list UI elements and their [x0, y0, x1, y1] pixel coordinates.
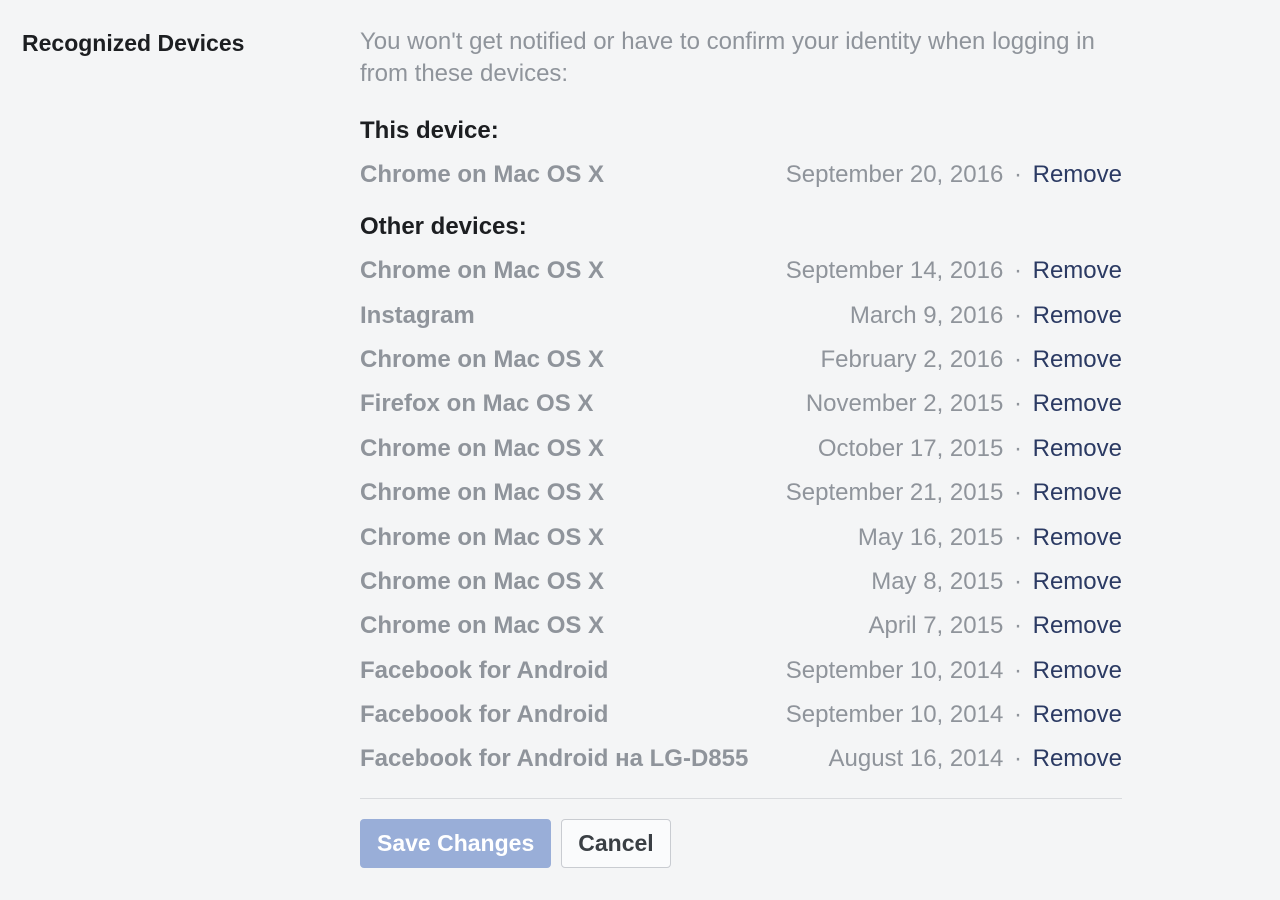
device-meta: September 10, 2014 · Remove: [786, 699, 1122, 731]
separator: ·: [1007, 257, 1028, 284]
cancel-button[interactable]: Cancel: [561, 819, 670, 869]
section-description: You won't get notified or have to confir…: [360, 26, 1122, 91]
remove-link[interactable]: Remove: [1033, 701, 1122, 728]
device-row: Chrome on Mac OS XSeptember 21, 2015 · R…: [360, 477, 1122, 509]
device-row: Chrome on Mac OS XMay 16, 2015 · Remove: [360, 522, 1122, 554]
device-date: October 17, 2015: [818, 435, 1003, 462]
remove-link[interactable]: Remove: [1033, 257, 1122, 284]
device-meta: March 9, 2016 · Remove: [850, 300, 1122, 332]
separator: ·: [1007, 479, 1028, 506]
separator: ·: [1007, 657, 1028, 684]
device-row: Chrome on Mac OS XOctober 17, 2015 · Rem…: [360, 433, 1122, 465]
device-date: September 21, 2015: [786, 479, 1004, 506]
device-date: May 8, 2015: [871, 568, 1003, 595]
device-name: Chrome on Mac OS X: [360, 433, 818, 465]
separator: ·: [1007, 745, 1028, 772]
remove-link[interactable]: Remove: [1033, 524, 1122, 551]
device-name: Facebook for Android на LG-D855: [360, 743, 828, 775]
device-row: Chrome on Mac OS XFebruary 2, 2016 · Rem…: [360, 344, 1122, 376]
remove-link[interactable]: Remove: [1033, 161, 1122, 188]
separator: ·: [1007, 612, 1028, 639]
device-row: InstagramMarch 9, 2016 · Remove: [360, 300, 1122, 332]
device-meta: September 10, 2014 · Remove: [786, 655, 1122, 687]
device-row: Facebook for AndroidSeptember 10, 2014 ·…: [360, 655, 1122, 687]
remove-link[interactable]: Remove: [1033, 657, 1122, 684]
remove-link[interactable]: Remove: [1033, 745, 1122, 772]
separator: ·: [1007, 701, 1028, 728]
separator: ·: [1007, 390, 1028, 417]
remove-link[interactable]: Remove: [1033, 612, 1122, 639]
button-row: Save Changes Cancel: [360, 819, 1122, 869]
separator: ·: [1007, 568, 1028, 595]
device-date: September 20, 2016: [786, 161, 1004, 188]
device-name: Instagram: [360, 300, 850, 332]
separator: ·: [1007, 161, 1028, 188]
device-date: November 2, 2015: [806, 390, 1003, 417]
left-column: Recognized Devices: [22, 20, 360, 868]
other-devices-list: Chrome on Mac OS XSeptember 14, 2016 · R…: [360, 255, 1122, 776]
device-row: Chrome on Mac OS XSeptember 14, 2016 · R…: [360, 255, 1122, 287]
right-column: You won't get notified or have to confir…: [360, 20, 1122, 868]
device-name: Chrome on Mac OS X: [360, 610, 869, 642]
device-meta: May 16, 2015 · Remove: [858, 522, 1122, 554]
device-name: Firefox on Mac OS X: [360, 388, 806, 420]
separator: ·: [1007, 302, 1028, 329]
device-meta: August 16, 2014 · Remove: [828, 743, 1122, 775]
separator: ·: [1007, 435, 1028, 462]
device-meta: September 21, 2015 · Remove: [786, 477, 1122, 509]
device-name: Chrome on Mac OS X: [360, 477, 786, 509]
divider: [360, 798, 1122, 799]
section-title: Recognized Devices: [22, 30, 360, 57]
remove-link[interactable]: Remove: [1033, 346, 1122, 373]
device-date: April 7, 2015: [869, 612, 1004, 639]
device-date: September 10, 2014: [786, 701, 1004, 728]
device-row: Chrome on Mac OS XApril 7, 2015 · Remove: [360, 610, 1122, 642]
separator: ·: [1007, 346, 1028, 373]
device-name: Chrome on Mac OS X: [360, 344, 821, 376]
remove-link[interactable]: Remove: [1033, 479, 1122, 506]
device-date: May 16, 2015: [858, 524, 1003, 551]
separator: ·: [1007, 524, 1028, 551]
device-name: Facebook for Android: [360, 655, 786, 687]
device-name: Chrome on Mac OS X: [360, 255, 786, 287]
device-row: Firefox on Mac OS XNovember 2, 2015 · Re…: [360, 388, 1122, 420]
remove-link[interactable]: Remove: [1033, 568, 1122, 595]
device-meta: February 2, 2016 · Remove: [821, 344, 1122, 376]
device-date: March 9, 2016: [850, 302, 1003, 329]
device-row: Chrome on Mac OS XMay 8, 2015 · Remove: [360, 566, 1122, 598]
this-device-header: This device:: [360, 117, 1122, 145]
device-date: August 16, 2014: [828, 745, 1003, 772]
device-row: Facebook for AndroidSeptember 10, 2014 ·…: [360, 699, 1122, 731]
device-meta: September 20, 2016 · Remove: [786, 159, 1122, 191]
recognized-devices-panel: Recognized Devices You won't get notifie…: [0, 0, 1280, 898]
device-name: Chrome on Mac OS X: [360, 522, 858, 554]
device-meta: April 7, 2015 · Remove: [869, 610, 1122, 642]
device-row: Facebook for Android на LG-D855August 16…: [360, 743, 1122, 775]
device-date: September 10, 2014: [786, 657, 1004, 684]
save-changes-button[interactable]: Save Changes: [360, 819, 551, 869]
device-name: Chrome on Mac OS X: [360, 566, 871, 598]
this-device-list: Chrome on Mac OS XSeptember 20, 2016 · R…: [360, 159, 1122, 191]
device-meta: October 17, 2015 · Remove: [818, 433, 1122, 465]
device-name: Chrome on Mac OS X: [360, 159, 786, 191]
remove-link[interactable]: Remove: [1033, 302, 1122, 329]
device-meta: November 2, 2015 · Remove: [806, 388, 1122, 420]
remove-link[interactable]: Remove: [1033, 390, 1122, 417]
device-name: Facebook for Android: [360, 699, 786, 731]
device-meta: May 8, 2015 · Remove: [871, 566, 1122, 598]
other-devices-header: Other devices:: [360, 213, 1122, 241]
device-date: February 2, 2016: [821, 346, 1004, 373]
remove-link[interactable]: Remove: [1033, 435, 1122, 462]
device-row: Chrome on Mac OS XSeptember 20, 2016 · R…: [360, 159, 1122, 191]
device-date: September 14, 2016: [786, 257, 1004, 284]
device-meta: September 14, 2016 · Remove: [786, 255, 1122, 287]
